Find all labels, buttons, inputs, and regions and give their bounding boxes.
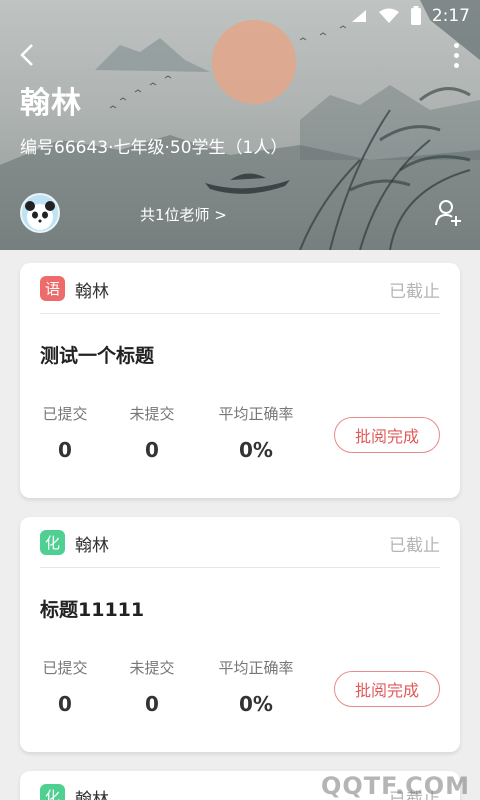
watermark: QQTF.COM (320, 772, 470, 800)
stat-label: 已提交 (42, 405, 88, 423)
review-complete-button[interactable]: 批阅完成 (334, 671, 440, 707)
teacher-avatar[interactable] (20, 193, 60, 233)
stat-value: 0% (239, 438, 273, 462)
stat-label: 已提交 (42, 659, 88, 677)
stat-value: 0 (58, 438, 72, 462)
assignment-card[interactable]: 化 翰林 已截止 标题11111 已提交 0 未提交 0 平均正确率 0% 批阅… (20, 517, 460, 752)
divider (40, 313, 440, 314)
not-submitted-stat: 未提交 0 (127, 657, 177, 716)
accuracy-stat: 平均正确率 0% (215, 657, 297, 716)
subject-badge: 化 (40, 784, 65, 800)
battery-icon (410, 6, 421, 25)
class-header: 2:17 翰林 编号66643·七年级·50学生（1人） 共1位老师 > (0, 0, 480, 250)
accuracy-stat: 平均正确率 0% (215, 403, 297, 462)
signal-icon (351, 10, 366, 22)
teachers-link-label: 共1位老师 > (140, 206, 227, 224)
stat-value: 0% (239, 692, 273, 716)
assignment-card[interactable]: 语 翰林 已截止 测试一个标题 已提交 0 未提交 0 平均正确率 0% 批阅完… (20, 263, 460, 498)
stat-label: 未提交 (129, 659, 175, 677)
ink-landscape-background (0, 0, 480, 250)
class-info: 编号66643·七年级·50学生（1人） (20, 138, 288, 158)
back-arrow-icon (20, 44, 33, 66)
more-vertical-icon (453, 42, 459, 48)
stat-label: 平均正确率 (218, 659, 294, 677)
subject-badge: 语 (40, 276, 65, 301)
more-options-button[interactable] (446, 40, 466, 70)
not-submitted-stat: 未提交 0 (127, 403, 177, 462)
submitted-stat: 已提交 0 (40, 403, 90, 462)
card-teacher-name: 翰林 (75, 282, 109, 302)
card-status: 已截止 (389, 282, 440, 302)
stat-value: 0 (145, 438, 159, 462)
assignment-title: 测试一个标题 (40, 345, 155, 367)
card-teacher-name: 翰林 (75, 790, 109, 800)
panda-avatar-icon (25, 201, 55, 230)
stat-label: 平均正确率 (218, 405, 294, 423)
back-button[interactable] (12, 40, 42, 70)
submitted-stat: 已提交 0 (40, 657, 90, 716)
card-teacher-name: 翰林 (75, 536, 109, 556)
stat-label: 未提交 (129, 405, 175, 423)
wifi-icon (378, 8, 399, 23)
stat-value: 0 (145, 692, 159, 716)
status-bar: 2:17 (0, 0, 480, 32)
class-title: 翰林 (20, 86, 82, 121)
teachers-link[interactable]: 共1位老师 > (140, 204, 227, 225)
review-complete-button[interactable]: 批阅完成 (334, 417, 440, 453)
stat-value: 0 (58, 692, 72, 716)
subject-badge: 化 (40, 530, 65, 555)
divider (40, 567, 440, 568)
add-user-icon (435, 200, 461, 226)
assignment-title: 标题11111 (40, 599, 145, 621)
card-status: 已截止 (389, 536, 440, 556)
add-user-button[interactable] (434, 198, 464, 228)
status-time: 2:17 (431, 6, 470, 26)
